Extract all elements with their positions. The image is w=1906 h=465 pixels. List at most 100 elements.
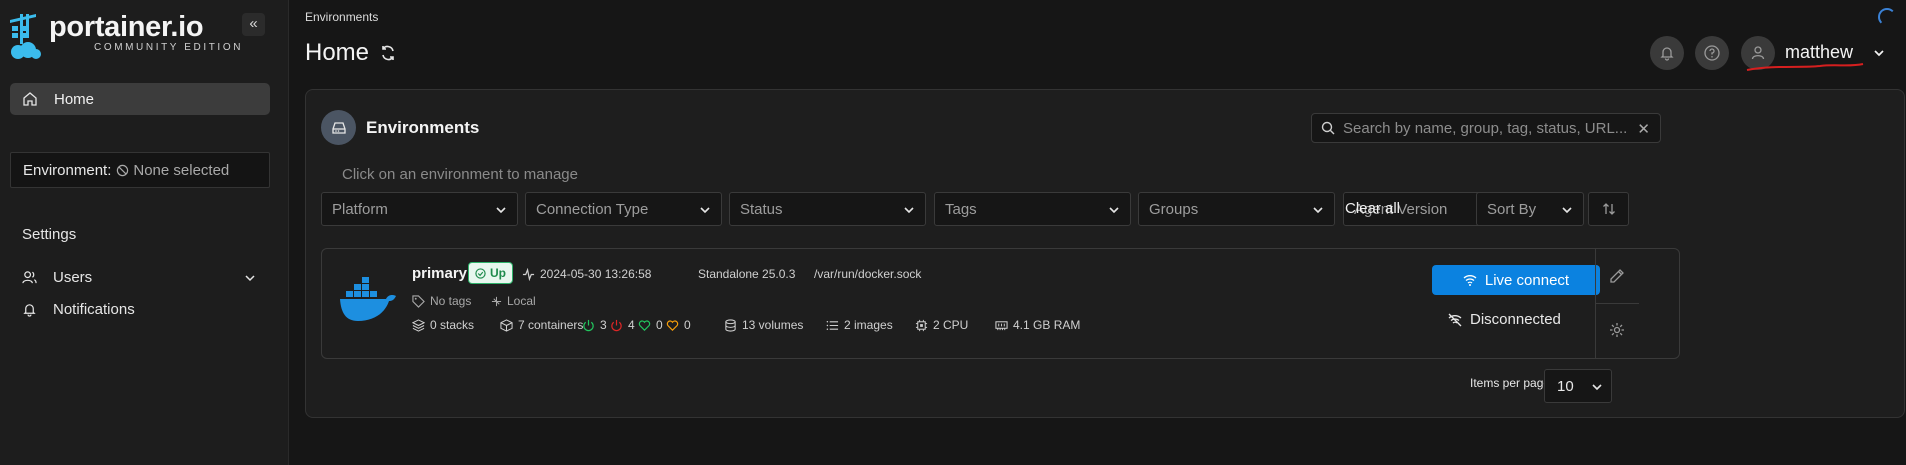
running-text: 3	[600, 318, 607, 332]
user-icon	[1751, 46, 1765, 60]
images-text: 2 images	[844, 318, 893, 332]
sort-icon	[1602, 203, 1615, 215]
notifications-button[interactable]	[1650, 36, 1684, 70]
sidebar-item-users-label: Users	[53, 269, 93, 286]
chevron-down-icon[interactable]	[1872, 46, 1886, 60]
volumes-text: 13 volumes	[742, 318, 804, 332]
items-per-page-label: Items per page	[1470, 376, 1551, 390]
running-count: 3	[582, 318, 607, 332]
environment-name: primary	[412, 265, 468, 282]
connection-status: Disconnected	[1448, 311, 1561, 328]
settings-icon[interactable]	[1609, 322, 1625, 338]
users-icon	[22, 271, 37, 284]
containers-count: 7 containers	[500, 318, 583, 332]
environments-icon	[321, 110, 356, 145]
environment-search-input[interactable]: Search by name, group, tag, status, URL.…	[1311, 113, 1661, 143]
cpu-icon	[915, 319, 928, 331]
sort-direction-button[interactable]	[1588, 192, 1629, 226]
chevron-down-icon	[496, 207, 506, 214]
stacks-count: 0 stacks	[412, 318, 474, 332]
clear-search-button[interactable]: ✕	[1637, 120, 1650, 138]
collapse-sidebar-button[interactable]: «	[242, 13, 265, 36]
ban-icon	[117, 164, 129, 176]
environment-location: Local	[491, 294, 536, 308]
stacks-text: 0 stacks	[430, 318, 475, 332]
stack-icon	[412, 318, 425, 332]
logo-subtitle: COMMUNITY EDITION	[94, 42, 244, 53]
page-title: Home	[305, 39, 370, 66]
heartbeat-icon	[522, 267, 535, 281]
filter-connection-type[interactable]: Connection Type	[525, 192, 722, 226]
heart-icon	[638, 319, 651, 331]
container-icon	[500, 318, 513, 332]
environment-tags: No tags	[412, 294, 471, 308]
live-connect-button[interactable]: Live connect	[1432, 265, 1600, 295]
clear-all-button[interactable]: Clear all	[1345, 200, 1400, 217]
filter-groups-label: Groups	[1149, 200, 1199, 218]
sidebar-item-notifications-label: Notifications	[53, 301, 135, 318]
chevron-down-icon[interactable]	[244, 272, 256, 284]
sidebar-item-home[interactable]: Home	[10, 83, 270, 115]
filter-platform[interactable]: Platform	[321, 192, 518, 226]
containers-text: 7 containers	[518, 318, 584, 332]
refresh-icon[interactable]	[379, 44, 397, 62]
edit-icon[interactable]	[1609, 268, 1625, 284]
help-button[interactable]	[1695, 36, 1729, 70]
location-text: Local	[507, 294, 536, 308]
panel-hint: Click on an environment to manage	[342, 166, 578, 183]
items-per-page-value: 10	[1557, 377, 1574, 395]
heart-icon	[666, 319, 679, 331]
wifi-icon	[1463, 275, 1477, 286]
unhealthy-count: 0	[666, 318, 691, 332]
chevron-down-icon	[1313, 207, 1323, 214]
unhealthy-text: 0	[684, 318, 691, 332]
filter-groups[interactable]: Groups	[1138, 192, 1335, 226]
search-placeholder: Search by name, group, tag, status, URL.…	[1343, 119, 1628, 137]
environment-selector[interactable]: Environment: None selected	[10, 152, 270, 188]
home-icon	[23, 92, 37, 106]
cpu-text: 2 CPU	[933, 318, 969, 332]
images-count: 2 images	[826, 318, 893, 332]
environment-type: Standalone 25.0.3	[698, 267, 796, 281]
sort-by-select[interactable]: Sort By	[1476, 192, 1584, 226]
memory-icon	[995, 320, 1008, 330]
chevron-down-icon	[1562, 207, 1572, 214]
main-content: Environments Home matthew Environments S…	[289, 0, 1906, 465]
user-menu-name[interactable]: matthew	[1785, 42, 1853, 63]
filter-platform-label: Platform	[332, 200, 388, 218]
status-badge: Up	[468, 262, 513, 284]
ram-text: 4.1 GB RAM	[1013, 318, 1081, 332]
chevron-down-icon	[904, 207, 914, 214]
portainer-logo-icon	[8, 12, 44, 65]
stopped-count: 4	[610, 318, 635, 332]
sidebar-item-notifications[interactable]: Notifications	[22, 301, 135, 318]
chevron-down-icon	[1109, 207, 1119, 214]
search-icon	[1321, 121, 1335, 135]
environment-card[interactable]: primary Up 2024-05-30 13:26:58 Standalon…	[321, 248, 1680, 359]
environment-timestamp: 2024-05-30 13:26:58	[522, 267, 651, 281]
panel-title: Environments	[366, 117, 480, 137]
card-actions	[1595, 249, 1639, 358]
wifi-off-icon	[1448, 313, 1462, 326]
volumes-count: 13 volumes	[724, 318, 803, 332]
environment-value: None selected	[116, 162, 229, 179]
panel-header: Environments	[321, 110, 479, 145]
healthy-text: 0	[656, 318, 663, 332]
sidebar-item-home-label: Home	[54, 90, 95, 108]
cpu-count: 2 CPU	[915, 318, 968, 332]
disconnected-text: Disconnected	[1470, 311, 1561, 328]
filter-status[interactable]: Status	[729, 192, 926, 226]
status-badge-text: Up	[490, 266, 506, 280]
filter-tags[interactable]: Tags	[934, 192, 1131, 226]
items-per-page-select[interactable]: 10	[1544, 369, 1612, 403]
breadcrumb[interactable]: Environments	[305, 10, 378, 24]
ram-amount: 4.1 GB RAM	[995, 318, 1080, 332]
filter-status-label: Status	[740, 200, 783, 218]
logo-text: portainer.io	[49, 11, 204, 43]
card-actions-divider	[1596, 303, 1639, 304]
environment-label: Environment:	[23, 161, 112, 179]
bell-icon	[23, 304, 36, 317]
sidebar-item-users[interactable]: Users	[22, 269, 92, 286]
filter-connection-type-label: Connection Type	[536, 200, 649, 218]
underline-annotation	[1746, 63, 1864, 71]
